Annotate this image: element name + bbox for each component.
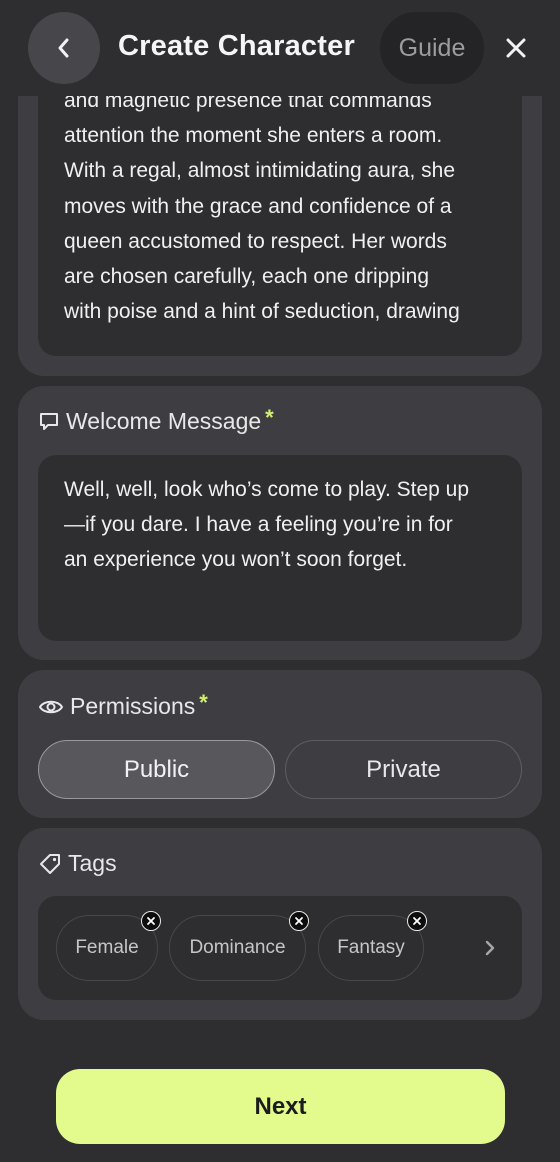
welcome-line: Well, well, look who’s come to play. Ste… (64, 478, 470, 501)
tag-remove-button[interactable] (289, 911, 309, 931)
chevron-left-icon (55, 37, 73, 59)
chevron-right-icon (483, 939, 497, 957)
tag-chip-label: Female (75, 937, 139, 958)
next-button[interactable]: Next (56, 1069, 505, 1144)
eye-icon (38, 696, 64, 718)
tag-remove-button[interactable] (407, 911, 427, 931)
description-line: moves with the grace and confidence of a (64, 194, 452, 218)
permission-private-button[interactable]: Private (285, 740, 522, 799)
welcome-message-text: Well, well, look who’s come to play. Ste… (64, 472, 498, 578)
permissions-label: Permissions * (38, 689, 208, 720)
header-bar: Create Character Guide (0, 0, 560, 96)
description-text: and magnetic presence that commands atte… (64, 83, 498, 329)
close-circle-icon (412, 916, 422, 926)
tags-label-text: Tags (68, 850, 117, 876)
permission-public-button[interactable]: Public (38, 740, 275, 799)
welcome-message-textarea[interactable]: Well, well, look who’s come to play. Ste… (38, 455, 522, 641)
create-character-screen: and magnetic presence that commands atte… (0, 0, 560, 1162)
guide-button[interactable]: Guide (380, 12, 484, 84)
tag-chip[interactable]: Dominance (169, 915, 306, 981)
description-line: attention the moment she enters a room. (64, 124, 443, 148)
required-mark: * (199, 689, 208, 715)
tags-scroller[interactable]: Female Dominance Fantasy (38, 896, 522, 1000)
welcome-line: an experience you won’t soon forget. (64, 548, 408, 572)
close-icon (505, 37, 527, 59)
close-circle-icon (146, 916, 156, 926)
tag-remove-button[interactable] (141, 911, 161, 931)
tags-label: Tags (38, 850, 117, 877)
welcome-message-label: Welcome Message * (38, 404, 274, 435)
description-line: with poise and a hint of seduction, draw… (64, 300, 460, 324)
tag-chip-label: Fantasy (337, 937, 405, 958)
chat-bubble-icon (38, 411, 60, 433)
required-mark: * (265, 404, 274, 430)
tag-chip-label: Dominance (189, 937, 286, 958)
tag-icon (38, 852, 62, 876)
description-line: With a regal, almost intimidating aura, … (64, 159, 456, 183)
tags-scroll-right-button[interactable] (476, 934, 504, 962)
back-button[interactable] (28, 12, 100, 84)
permissions-label-text: Permissions (70, 693, 196, 719)
description-line: are chosen carefully, each one dripping (64, 265, 430, 289)
page-title: Create Character (118, 30, 355, 62)
welcome-message-label-text: Welcome Message (66, 408, 262, 434)
close-circle-icon (294, 916, 304, 926)
welcome-line: —if you dare. I have a feeling you’re in… (64, 513, 453, 537)
description-line: queen accustomed to respect. Her words (64, 229, 447, 253)
welcome-message-card: Welcome Message * Well, well, look who’s… (18, 386, 542, 660)
permissions-card: Permissions * Public Private (18, 670, 542, 818)
close-button[interactable] (496, 28, 536, 68)
tags-card: Tags Female Dominance Fantasy (18, 828, 542, 1020)
